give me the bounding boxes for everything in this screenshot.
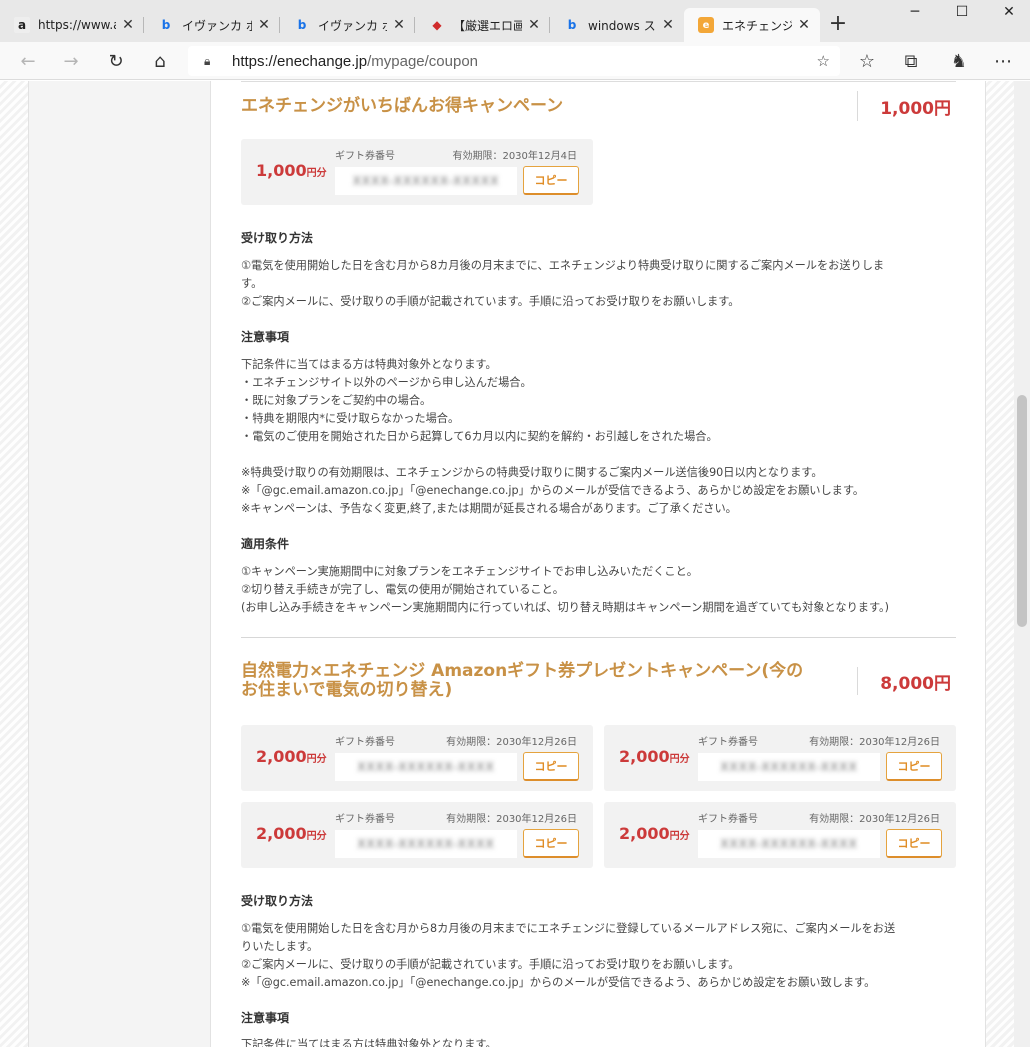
- section-heading: 受け取り方法: [241, 231, 314, 245]
- page-viewport: エネチェンジがいちばんお得キャンペーン 1,000円 1,000円分 ギフト券番…: [0, 81, 1030, 1047]
- copy-button[interactable]: コピー: [886, 829, 942, 858]
- address-bar[interactable]: 🔒︎ https://enechange.jp/mypage/coupon ☆: [188, 46, 840, 76]
- notes-text: 下記条件に当てはまる方は特典対象外となります。 ・エネチェンジサイト以外のページ…: [241, 358, 718, 443]
- close-tab-icon[interactable]: ✕: [120, 17, 136, 33]
- gift-code-label: ギフト券番号: [698, 814, 758, 825]
- tab-red-site[interactable]: ◆ 【厳選エロ画像 ✕: [415, 8, 550, 42]
- close-tab-icon[interactable]: ✕: [660, 17, 676, 33]
- tab-bing-3[interactable]: b windows スポ ✕: [550, 8, 684, 42]
- gift-code-field[interactable]: XXXX-XXXXXX-XXXX: [335, 753, 517, 781]
- bing-icon: b: [567, 18, 577, 32]
- forward-button[interactable]: →: [58, 48, 84, 74]
- close-tab-icon[interactable]: ✕: [796, 17, 812, 33]
- section-heading: 受け取り方法: [241, 894, 314, 908]
- gift-expiry: 有効期限：2030年12月26日: [446, 737, 577, 748]
- copy-button[interactable]: コピー: [523, 829, 579, 858]
- collections-icon[interactable]: ⧉: [898, 48, 924, 74]
- home-button[interactable]: ⌂: [147, 48, 173, 74]
- gift-card: 2,000円分 ギフト券番号 有効期限：2030年12月26日 XXXX-XXX…: [604, 725, 956, 791]
- address-toolbar: ← → ↻ ⌂ 🔒︎ https://enechange.jp/mypage/c…: [0, 42, 1030, 80]
- enechange-icon: e: [698, 17, 714, 33]
- bing-icon: b: [297, 18, 307, 32]
- gift-code-field[interactable]: XXXX-XXXXXX-XXXX: [335, 830, 517, 858]
- conditions-text: ①キャンペーン実施期間中に対象プランをエネチェンジサイトでお申し込みいただくこと…: [241, 565, 889, 614]
- page-scrollbar-thumb[interactable]: [1017, 395, 1027, 627]
- section-heading: 注意事項: [241, 330, 290, 344]
- refresh-button[interactable]: ↻: [103, 48, 129, 74]
- profile-avatar[interactable]: ♞: [946, 48, 972, 74]
- tab-amazon[interactable]: a https://www.a ✕: [0, 8, 144, 42]
- coupon-content: エネチェンジがいちばんお得キャンペーン 1,000円 1,000円分 ギフト券番…: [210, 81, 986, 1047]
- gift-expiry: 有効期限：2030年12月26日: [809, 814, 940, 825]
- gift-amount: 2,000円分: [619, 824, 690, 843]
- gift-amount: 2,000円分: [619, 747, 690, 766]
- campaign-title: 自然電力×エネチェンジ Amazonギフト券プレゼントキャンペーン(今の お住ま…: [241, 661, 804, 700]
- close-window-button[interactable]: ✕: [994, 4, 1024, 28]
- campaign-total: 8,000円: [880, 673, 951, 694]
- gift-code-label: ギフト券番号: [335, 737, 395, 748]
- gift-code-field[interactable]: XXXX-XXXXXX-XXXX: [698, 830, 880, 858]
- gift-code-field[interactable]: XXXX-XXXXXX-XXXXX: [335, 167, 517, 195]
- new-tab-button[interactable]: +: [826, 13, 850, 37]
- copy-button[interactable]: コピー: [523, 166, 579, 195]
- receive-text: ①電気を使用開始した日を含む月から8カ月後の月末までに、エネチェンジより特典受け…: [241, 259, 885, 308]
- section-heading: 注意事項: [241, 1011, 290, 1025]
- settings-more-icon[interactable]: ⋯: [990, 48, 1016, 74]
- gift-card: 2,000円分 ギフト券番号 有効期限：2030年12月26日 XXXX-XXX…: [241, 802, 593, 868]
- minimize-button[interactable]: ─: [900, 4, 930, 28]
- gift-code-label: ギフト券番号: [335, 151, 395, 162]
- gift-card: 2,000円分 ギフト券番号 有効期限：2030年12月26日 XXXX-XXX…: [241, 725, 593, 791]
- section-heading: 適用条件: [241, 537, 290, 551]
- close-tab-icon[interactable]: ✕: [391, 17, 407, 33]
- lock-icon: 🔒︎: [204, 53, 211, 68]
- campaign-title: エネチェンジがいちばんお得キャンペーン: [241, 95, 564, 116]
- copy-button[interactable]: コピー: [886, 752, 942, 781]
- red-site-icon: ◆: [432, 18, 442, 32]
- gift-amount: 1,000円分: [256, 161, 327, 180]
- gift-code-field[interactable]: XXXX-XXXXXX-XXXX: [698, 753, 880, 781]
- tab-bing-1[interactable]: b イヴァンカ ボロ ✕: [144, 8, 280, 42]
- add-favorite-icon[interactable]: ☆: [817, 52, 830, 70]
- gift-expiry: 有効期限：2030年12月26日: [809, 737, 940, 748]
- tab-enechange-active[interactable]: e エネチェンジ限 ✕: [684, 8, 820, 42]
- copy-button[interactable]: コピー: [523, 752, 579, 781]
- close-tab-icon[interactable]: ✕: [526, 17, 542, 33]
- notes-text: 下記条件に当てはまる方は特典対象外となります。: [241, 1038, 497, 1047]
- gift-card: 1,000円分 ギフト券番号 有効期限：2030年12月4日 XXXX-XXXX…: [241, 139, 593, 205]
- back-button[interactable]: ←: [15, 48, 41, 74]
- left-column: [28, 81, 210, 1047]
- url-text: https://enechange.jp/mypage/coupon: [232, 52, 479, 70]
- campaign-header: エネチェンジがいちばんお得キャンペーン 1,000円: [241, 91, 956, 121]
- campaign-total: 1,000円: [880, 98, 951, 119]
- bing-icon: b: [161, 18, 171, 32]
- gift-code-label: ギフト券番号: [698, 737, 758, 748]
- gift-expiry: 有効期限：2030年12月4日: [452, 151, 577, 162]
- gift-amount: 2,000円分: [256, 747, 327, 766]
- gift-code-label: ギフト券番号: [335, 814, 395, 825]
- receive-text: ①電気を使用開始した日を含む月から8カ月後の月末までにエネチェンジに登録している…: [241, 922, 896, 989]
- maximize-button[interactable]: ☐: [947, 4, 977, 28]
- gift-expiry: 有効期限：2030年12月26日: [446, 814, 577, 825]
- tab-bing-2[interactable]: b イヴァンカ ボロ ✕: [280, 8, 415, 42]
- gift-card: 2,000円分 ギフト券番号 有効期限：2030年12月26日 XXXX-XXX…: [604, 802, 956, 868]
- amazon-icon: a: [14, 17, 30, 33]
- campaign-header: 自然電力×エネチェンジ Amazonギフト券プレゼントキャンペーン(今の お住ま…: [241, 661, 956, 701]
- gift-amount: 2,000円分: [256, 824, 327, 843]
- campaign-divider: [241, 637, 956, 638]
- close-tab-icon[interactable]: ✕: [256, 17, 272, 33]
- favorites-icon[interactable]: ☆: [854, 48, 880, 74]
- tab-strip: a https://www.a ✕ b イヴァンカ ボロ ✕ b イヴァンカ ボ…: [0, 0, 1030, 42]
- notes-extra-text: ※特典受け取りの有効期限は、エネチェンジからの特典受け取りに関するご案内メール送…: [241, 466, 865, 515]
